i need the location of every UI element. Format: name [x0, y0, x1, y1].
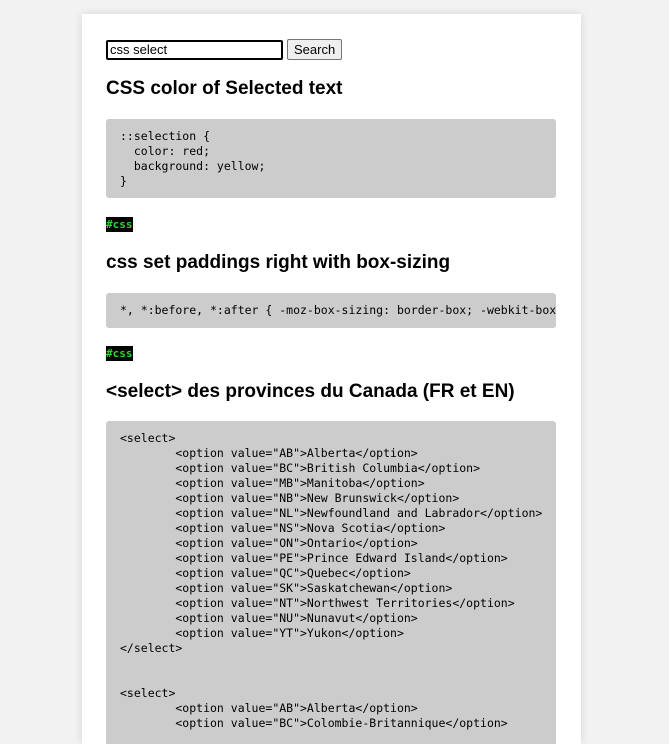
- search-bar: Search: [106, 39, 343, 60]
- content-card: Search CSS color of Selected text ::sele…: [82, 14, 581, 744]
- post-title[interactable]: <select> des provinces du Canada (FR et …: [106, 381, 515, 403]
- code-block: <select> <option value="AB">Alberta</opt…: [106, 421, 556, 744]
- tag-css[interactable]: #css: [106, 217, 133, 232]
- post-title[interactable]: CSS color of Selected text: [106, 78, 343, 100]
- tag-css[interactable]: #css: [106, 346, 133, 361]
- search-input[interactable]: [106, 39, 283, 60]
- code-block: ::selection { color: red; background: ye…: [106, 119, 556, 198]
- code-block: *, *:before, *:after { -moz-box-sizing: …: [106, 293, 556, 328]
- post-title[interactable]: css set paddings right with box-sizing: [106, 252, 450, 274]
- search-button[interactable]: Search: [287, 39, 343, 60]
